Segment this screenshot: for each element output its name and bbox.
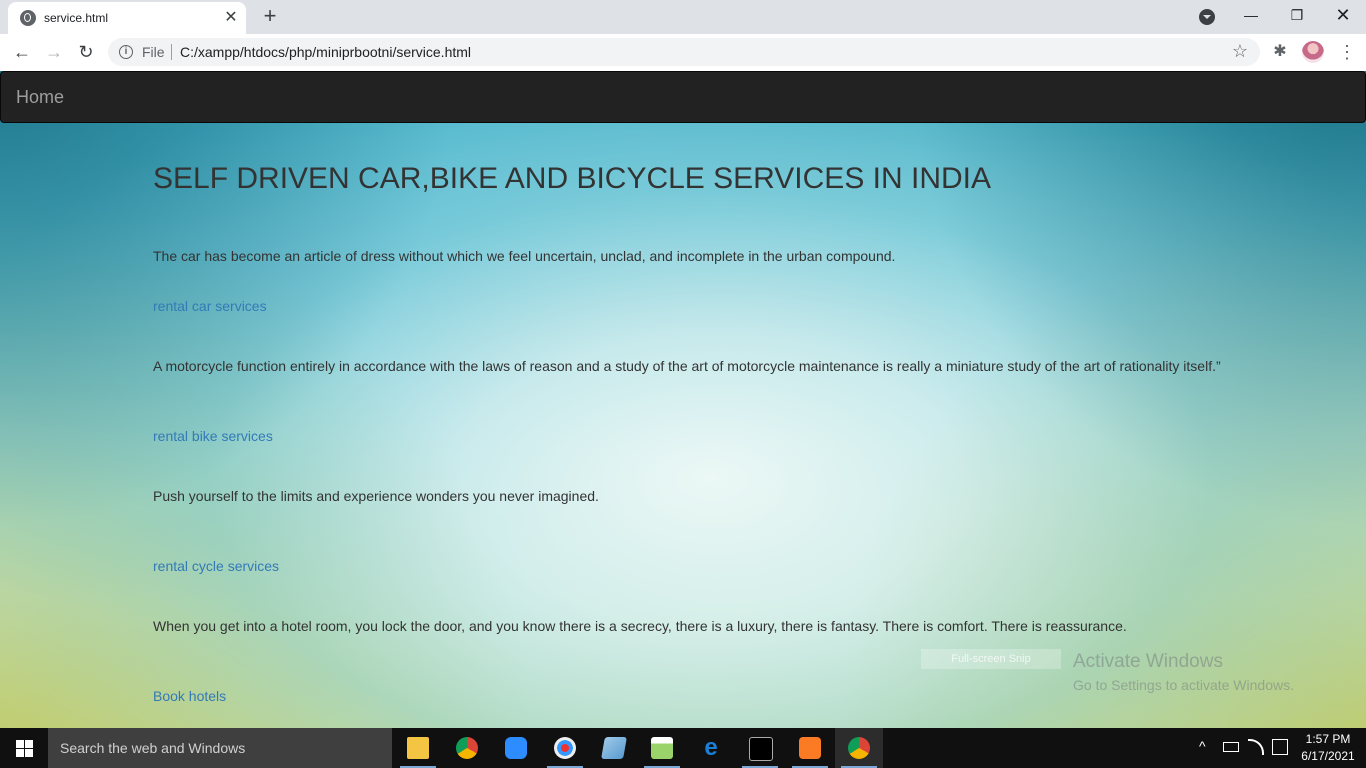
cycle-quote: Push yourself to the limits and experien… — [153, 488, 599, 504]
taskbar-edge[interactable]: e — [687, 728, 735, 768]
chrome-icon — [456, 737, 478, 759]
globe-icon — [20, 10, 36, 26]
taskbar-search[interactable]: Search the web and Windows — [48, 728, 392, 768]
rental-cycle-link[interactable]: rental cycle services — [153, 558, 279, 574]
car-quote: The car has become an article of dress w… — [153, 248, 896, 264]
maximize-button[interactable]: ❐ — [1274, 0, 1320, 30]
close-window-button[interactable]: ✕ — [1320, 0, 1366, 30]
windows-logo-icon — [25, 740, 33, 748]
terminal-icon — [749, 737, 773, 761]
taskbar-zoom[interactable] — [492, 728, 540, 768]
minimize-button[interactable]: — — [1228, 0, 1274, 30]
snip-overlay: Full-screen Snip — [921, 649, 1061, 669]
back-button[interactable]: ← — [8, 38, 36, 66]
battery-icon[interactable] — [1223, 742, 1239, 752]
book-hotels-link[interactable]: Book hotels — [153, 688, 226, 704]
taskbar-cmd[interactable] — [736, 728, 784, 768]
windows-logo-icon — [16, 749, 24, 757]
activate-subtitle: Go to Settings to activate Windows. — [1073, 677, 1294, 693]
taskbar-chrome-profile[interactable] — [835, 728, 883, 768]
taskbar-notepad-plus[interactable] — [638, 728, 686, 768]
tab-title: service.html — [44, 11, 109, 25]
taskbar-file-explorer[interactable] — [394, 728, 442, 768]
site-navbar: Home — [0, 71, 1366, 123]
taskbar-paint[interactable] — [541, 728, 589, 768]
tray-overflow-icon[interactable]: ^ — [1199, 738, 1206, 754]
profile-avatar[interactable] — [1302, 41, 1324, 63]
extensions-puzzle-icon[interactable]: ✱ — [1270, 42, 1290, 62]
home-link[interactable]: Home — [16, 87, 64, 108]
page-heading: SELF DRIVEN CAR,BIKE AND BICYCLE SERVICE… — [153, 162, 992, 195]
wifi-icon[interactable] — [1248, 739, 1264, 755]
browser-toolbar: ← → ↻ i File C:/xampp/htdocs/php/miniprb… — [0, 34, 1366, 72]
browser-menu-icon[interactable]: ⋮ — [1338, 40, 1356, 64]
tab-strip: service.html ✕ + — ❐ ✕ — [0, 0, 1366, 34]
page-viewport: Home SELF DRIVEN CAR,BIKE AND BICYCLE SE… — [0, 71, 1366, 728]
windows-logo-icon — [16, 740, 24, 748]
folder-icon — [407, 737, 429, 759]
clock-date: 6/17/2021 — [1301, 749, 1355, 763]
separator — [171, 44, 172, 60]
rental-bike-link[interactable]: rental bike services — [153, 428, 273, 444]
url-text[interactable]: C:/xampp/htdocs/php/miniprbootni/service… — [180, 44, 471, 60]
xampp-icon — [799, 737, 821, 759]
notepad-plus-icon — [651, 737, 673, 759]
rental-car-link[interactable]: rental car services — [153, 298, 267, 314]
address-bar[interactable]: i File C:/xampp/htdocs/php/miniprbootni/… — [108, 38, 1260, 66]
taskbar-xampp[interactable] — [786, 728, 834, 768]
reload-button[interactable]: ↻ — [72, 38, 100, 66]
tab-search-icon[interactable] — [1199, 9, 1215, 25]
taskbar-chrome[interactable] — [443, 728, 491, 768]
start-button[interactable] — [0, 728, 48, 768]
notification-icon[interactable] — [1272, 739, 1288, 755]
chrome-profile-icon — [848, 737, 870, 759]
taskbar-clock[interactable]: 1:57 PM 6/17/2021 — [1296, 731, 1360, 765]
windows-logo-icon — [25, 749, 33, 757]
taskbar-notepad[interactable] — [590, 728, 638, 768]
taskbar: Search the web and Windows e ^ 1:57 PM 6… — [0, 728, 1366, 768]
forward-button[interactable]: → — [40, 38, 68, 66]
tab-close-button[interactable]: ✕ — [222, 9, 240, 27]
edge-icon: e — [704, 734, 718, 761]
activate-windows-watermark: Activate Windows Go to Settings to activ… — [1073, 651, 1294, 693]
paint-icon — [554, 737, 576, 759]
clock-time: 1:57 PM — [1305, 732, 1351, 746]
bookmark-star-icon[interactable]: ☆ — [1232, 41, 1248, 62]
activate-title: Activate Windows — [1073, 651, 1223, 672]
browser-tab[interactable]: service.html ✕ — [8, 2, 246, 34]
new-tab-button[interactable]: + — [256, 5, 284, 29]
notepad-icon — [601, 737, 627, 759]
info-icon[interactable]: i — [119, 45, 133, 59]
taskbar-search-placeholder: Search the web and Windows — [60, 740, 246, 756]
scheme-label: File — [142, 44, 165, 60]
zoom-icon — [505, 737, 527, 759]
bike-quote: A motorcycle function entirely in accord… — [153, 358, 1221, 374]
hotel-quote: When you get into a hotel room, you lock… — [153, 618, 1127, 634]
